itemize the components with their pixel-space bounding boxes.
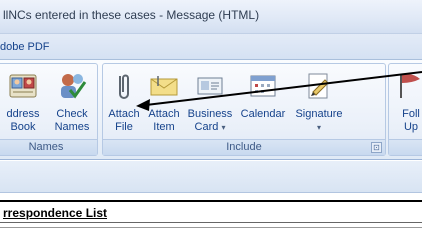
signature-label: Signature (295, 108, 343, 120)
attach-file-label-1: Attach (108, 108, 140, 120)
envelope-icon (150, 76, 178, 96)
rule-bottom (0, 227, 422, 228)
title-bar: llNCs entered in these cases - Message (… (0, 0, 422, 34)
attach-file-button[interactable]: Attach File (105, 68, 143, 138)
signature-button[interactable]: Signature ▾ (291, 68, 347, 138)
business-card-label-2: Card ▾ (194, 121, 226, 133)
address-book-label-2: Book (10, 121, 36, 133)
check-names-icon (61, 74, 87, 99)
check-names-button[interactable]: Check Names (49, 68, 95, 138)
names-group: ddress Book Check Names Names (0, 63, 98, 156)
paperclip-icon (119, 74, 129, 99)
attach-item-label-2: Item (153, 121, 175, 133)
attach-item-label-1: Attach (148, 108, 180, 120)
include-dialog-launcher-icon[interactable]: ⊡ (371, 142, 382, 153)
ribbon-tab-bar: dobe PDF (0, 34, 422, 60)
follow-up-label-2: Up (403, 121, 419, 133)
address-book-icon (9, 74, 37, 98)
calendar-icon (250, 75, 276, 97)
follow-up-button[interactable]: Foll Up (391, 68, 422, 138)
rule-top (0, 200, 422, 202)
include-group-caption: Include (103, 139, 385, 155)
options-group: Foll Up (388, 63, 422, 156)
signature-dropdown-arrow[interactable]: ▾ (291, 121, 347, 134)
window-title: llNCs entered in these cases - Message (… (3, 8, 260, 22)
attach-file-label-2: File (115, 121, 133, 133)
tab-adobe-pdf[interactable]: dobe PDF (0, 41, 50, 53)
address-book-button[interactable]: ddress Book (1, 68, 45, 138)
business-card-label-1: Business (187, 108, 233, 120)
options-group-caption (389, 139, 422, 155)
names-group-caption: Names (0, 139, 97, 155)
attach-item-button[interactable]: Attach Item (145, 68, 183, 138)
calendar-label: Calendar (240, 108, 286, 120)
document-heading: rrespondence List (3, 206, 108, 220)
flag-icon (400, 74, 420, 98)
rule-middle (0, 222, 422, 223)
business-card-button[interactable]: Business Card ▾ (185, 68, 235, 138)
check-names-label-2: Names (54, 121, 90, 133)
follow-up-label-1: Foll (402, 108, 420, 120)
include-group: Attach File Attach Item Business Card ▾ (102, 63, 386, 156)
calendar-button[interactable]: Calendar (237, 68, 289, 138)
message-body[interactable]: rrespondence List (0, 194, 422, 250)
ribbon: ddress Book Check Names Names Attach Fil… (0, 60, 422, 160)
business-card-icon (197, 77, 223, 95)
address-book-label-1: ddress (6, 108, 40, 120)
header-band (0, 161, 422, 193)
check-names-label-1: Check (56, 108, 88, 120)
signature-icon (308, 73, 329, 99)
business-card-dropdown-arrow[interactable]: ▾ (221, 123, 225, 132)
